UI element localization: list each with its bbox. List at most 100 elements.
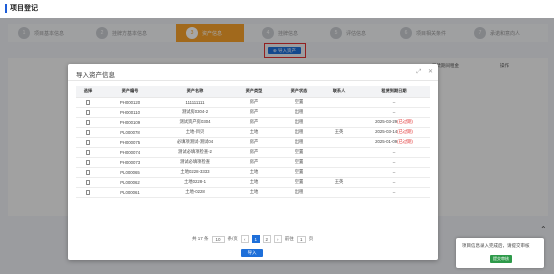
asset-code: PL000065 bbox=[100, 167, 160, 178]
asset-contact: 王英 bbox=[320, 177, 358, 188]
column-header-code: 资产编号 bbox=[100, 86, 160, 98]
table-row[interactable]: PL000065 土地0228-3333 土地 空置 -- bbox=[76, 167, 430, 178]
asset-type: 房产 bbox=[230, 157, 278, 168]
row-checkbox[interactable] bbox=[85, 180, 91, 185]
page-size-select[interactable]: 10 bbox=[211, 235, 225, 243]
submit-review-button[interactable]: 提交审核 bbox=[490, 255, 512, 263]
asset-status: 空置 bbox=[278, 177, 320, 188]
column-header-name: 资产名称 bbox=[160, 86, 230, 98]
row-select-cell bbox=[76, 127, 100, 138]
column-header-lease-due: 租赁到期日期 bbox=[358, 86, 430, 98]
lease-due-cell: -- bbox=[358, 107, 430, 118]
row-select-cell bbox=[76, 177, 100, 188]
table-row[interactable]: PH000109 测试资产房0304 房产 出租 2025-03-29(已过期) bbox=[76, 117, 430, 128]
title-accent-bar bbox=[5, 4, 7, 13]
lease-due-cell: -- bbox=[358, 167, 430, 178]
overdue-tag: (已过期) bbox=[397, 129, 413, 134]
asset-type: 房产 bbox=[230, 97, 278, 108]
lease-due-cell: -- bbox=[358, 97, 430, 108]
asset-status: 出租 bbox=[278, 127, 320, 138]
row-checkbox[interactable] bbox=[85, 150, 91, 155]
scroll-top-icon[interactable]: ⌃ bbox=[540, 225, 547, 234]
asset-contact bbox=[320, 167, 358, 178]
asset-type: 房产 bbox=[230, 147, 278, 158]
table-row[interactable]: PL000062 土地0228-1 土地 空置 王英 -- bbox=[76, 177, 430, 188]
column-header-select: 选择 bbox=[76, 86, 100, 98]
page-size-unit: 条/页 bbox=[227, 236, 238, 241]
asset-contact bbox=[320, 117, 358, 128]
dialog-controls: ⤢ ✕ bbox=[411, 68, 433, 76]
asset-name: 111111111 bbox=[160, 97, 230, 108]
dialog-divider bbox=[68, 80, 438, 81]
prev-page-button[interactable]: ‹ bbox=[240, 235, 249, 243]
goto-page-input[interactable]: 1 bbox=[296, 235, 306, 243]
asset-name: 必填项测试-测试04 bbox=[160, 137, 230, 148]
asset-code: PL000062 bbox=[100, 177, 160, 188]
table-row[interactable]: PH000120 111111111 房产 空置 -- bbox=[76, 97, 430, 108]
row-select-cell bbox=[76, 147, 100, 158]
pagination: 共 17 条 10 条/页 ‹ 1 2 › 前往 1 页 bbox=[192, 235, 316, 243]
asset-status: 空置 bbox=[278, 97, 320, 108]
asset-name: 土地0228-1 bbox=[160, 177, 230, 188]
page-title: 项目登记 bbox=[10, 5, 38, 12]
row-checkbox[interactable] bbox=[85, 190, 91, 195]
next-page-button[interactable]: › bbox=[273, 235, 282, 243]
asset-status: 空置 bbox=[278, 147, 320, 158]
row-checkbox[interactable] bbox=[85, 100, 91, 105]
table-row[interactable]: PH000110 测试房0304-2 房产 出租 -- bbox=[76, 107, 430, 118]
page-button-2[interactable]: 2 bbox=[262, 235, 271, 243]
row-select-cell bbox=[76, 157, 100, 168]
column-header-type: 资产类型 bbox=[230, 86, 278, 98]
close-icon[interactable]: ✕ bbox=[428, 69, 433, 75]
asset-name: 测试资产房0304 bbox=[160, 117, 230, 128]
asset-type: 土地 bbox=[230, 167, 278, 178]
asset-type: 土地 bbox=[230, 127, 278, 138]
lease-due-cell: 2025-01-09(已过期) bbox=[358, 137, 430, 148]
row-select-cell bbox=[76, 107, 100, 118]
asset-contact bbox=[320, 97, 358, 108]
asset-contact: 王英 bbox=[320, 127, 358, 138]
table-row[interactable]: PH000075 必填项测试-测试04 房产 出租 2025-01-09(已过期) bbox=[76, 137, 430, 148]
goto-label: 前往 bbox=[284, 236, 294, 241]
asset-name: 测试必填项检查 bbox=[160, 157, 230, 168]
row-select-cell bbox=[76, 97, 100, 108]
asset-name: 土地0228-3333 bbox=[160, 167, 230, 178]
asset-contact bbox=[320, 157, 358, 168]
lease-due-date: -- bbox=[392, 169, 396, 175]
row-checkbox[interactable] bbox=[85, 110, 91, 115]
asset-type: 房产 bbox=[230, 117, 278, 128]
asset-type: 土地 bbox=[230, 177, 278, 188]
page-button-1[interactable]: 1 bbox=[251, 235, 260, 243]
asset-status: 出租 bbox=[278, 107, 320, 118]
table-row[interactable]: PH000073 测试必填项检查 房产 空置 -- bbox=[76, 157, 430, 168]
asset-contact bbox=[320, 187, 358, 198]
asset-type: 土地 bbox=[230, 187, 278, 198]
confirm-import-button[interactable]: 导入 bbox=[241, 249, 263, 257]
row-checkbox[interactable] bbox=[85, 160, 91, 165]
lease-due-date: 2025-03-14 bbox=[375, 129, 398, 134]
lease-due-date: -- bbox=[392, 149, 396, 155]
row-checkbox[interactable] bbox=[85, 130, 91, 135]
table-header-row: 选择 资产编号 资产名称 资产类型 资产状态 联系人 租赁到期日期 bbox=[76, 86, 430, 98]
lease-due-date: -- bbox=[392, 179, 396, 185]
goto-unit: 页 bbox=[308, 236, 314, 241]
lease-due-date: -- bbox=[392, 159, 396, 165]
table-row[interactable]: PL000061 土地-0228 土地 出租 -- bbox=[76, 187, 430, 198]
pagination-total: 共 17 条 bbox=[192, 236, 209, 241]
table-row[interactable]: PL000078 土地-目贝 土地 出租 王英 2025-03-14(已过期) bbox=[76, 127, 430, 138]
asset-contact bbox=[320, 137, 358, 148]
row-checkbox[interactable] bbox=[85, 140, 91, 145]
asset-code: PL000078 bbox=[100, 127, 160, 138]
expand-icon[interactable]: ⤢ bbox=[416, 69, 421, 75]
asset-status: 空置 bbox=[278, 157, 320, 168]
asset-contact bbox=[320, 107, 358, 118]
row-checkbox[interactable] bbox=[85, 170, 91, 175]
row-checkbox[interactable] bbox=[85, 120, 91, 125]
asset-code: PH000110 bbox=[100, 107, 160, 118]
overdue-tag: (已过期) bbox=[397, 119, 413, 124]
lease-due-cell: 2025-03-29(已过期) bbox=[358, 117, 430, 128]
table-row[interactable]: PH000074 测试必填项检查-2 房产 空置 -- bbox=[76, 147, 430, 158]
asset-code: PH000109 bbox=[100, 117, 160, 128]
lease-due-date: 2025-01-09 bbox=[375, 139, 398, 144]
asset-name: 土地-目贝 bbox=[160, 127, 230, 138]
